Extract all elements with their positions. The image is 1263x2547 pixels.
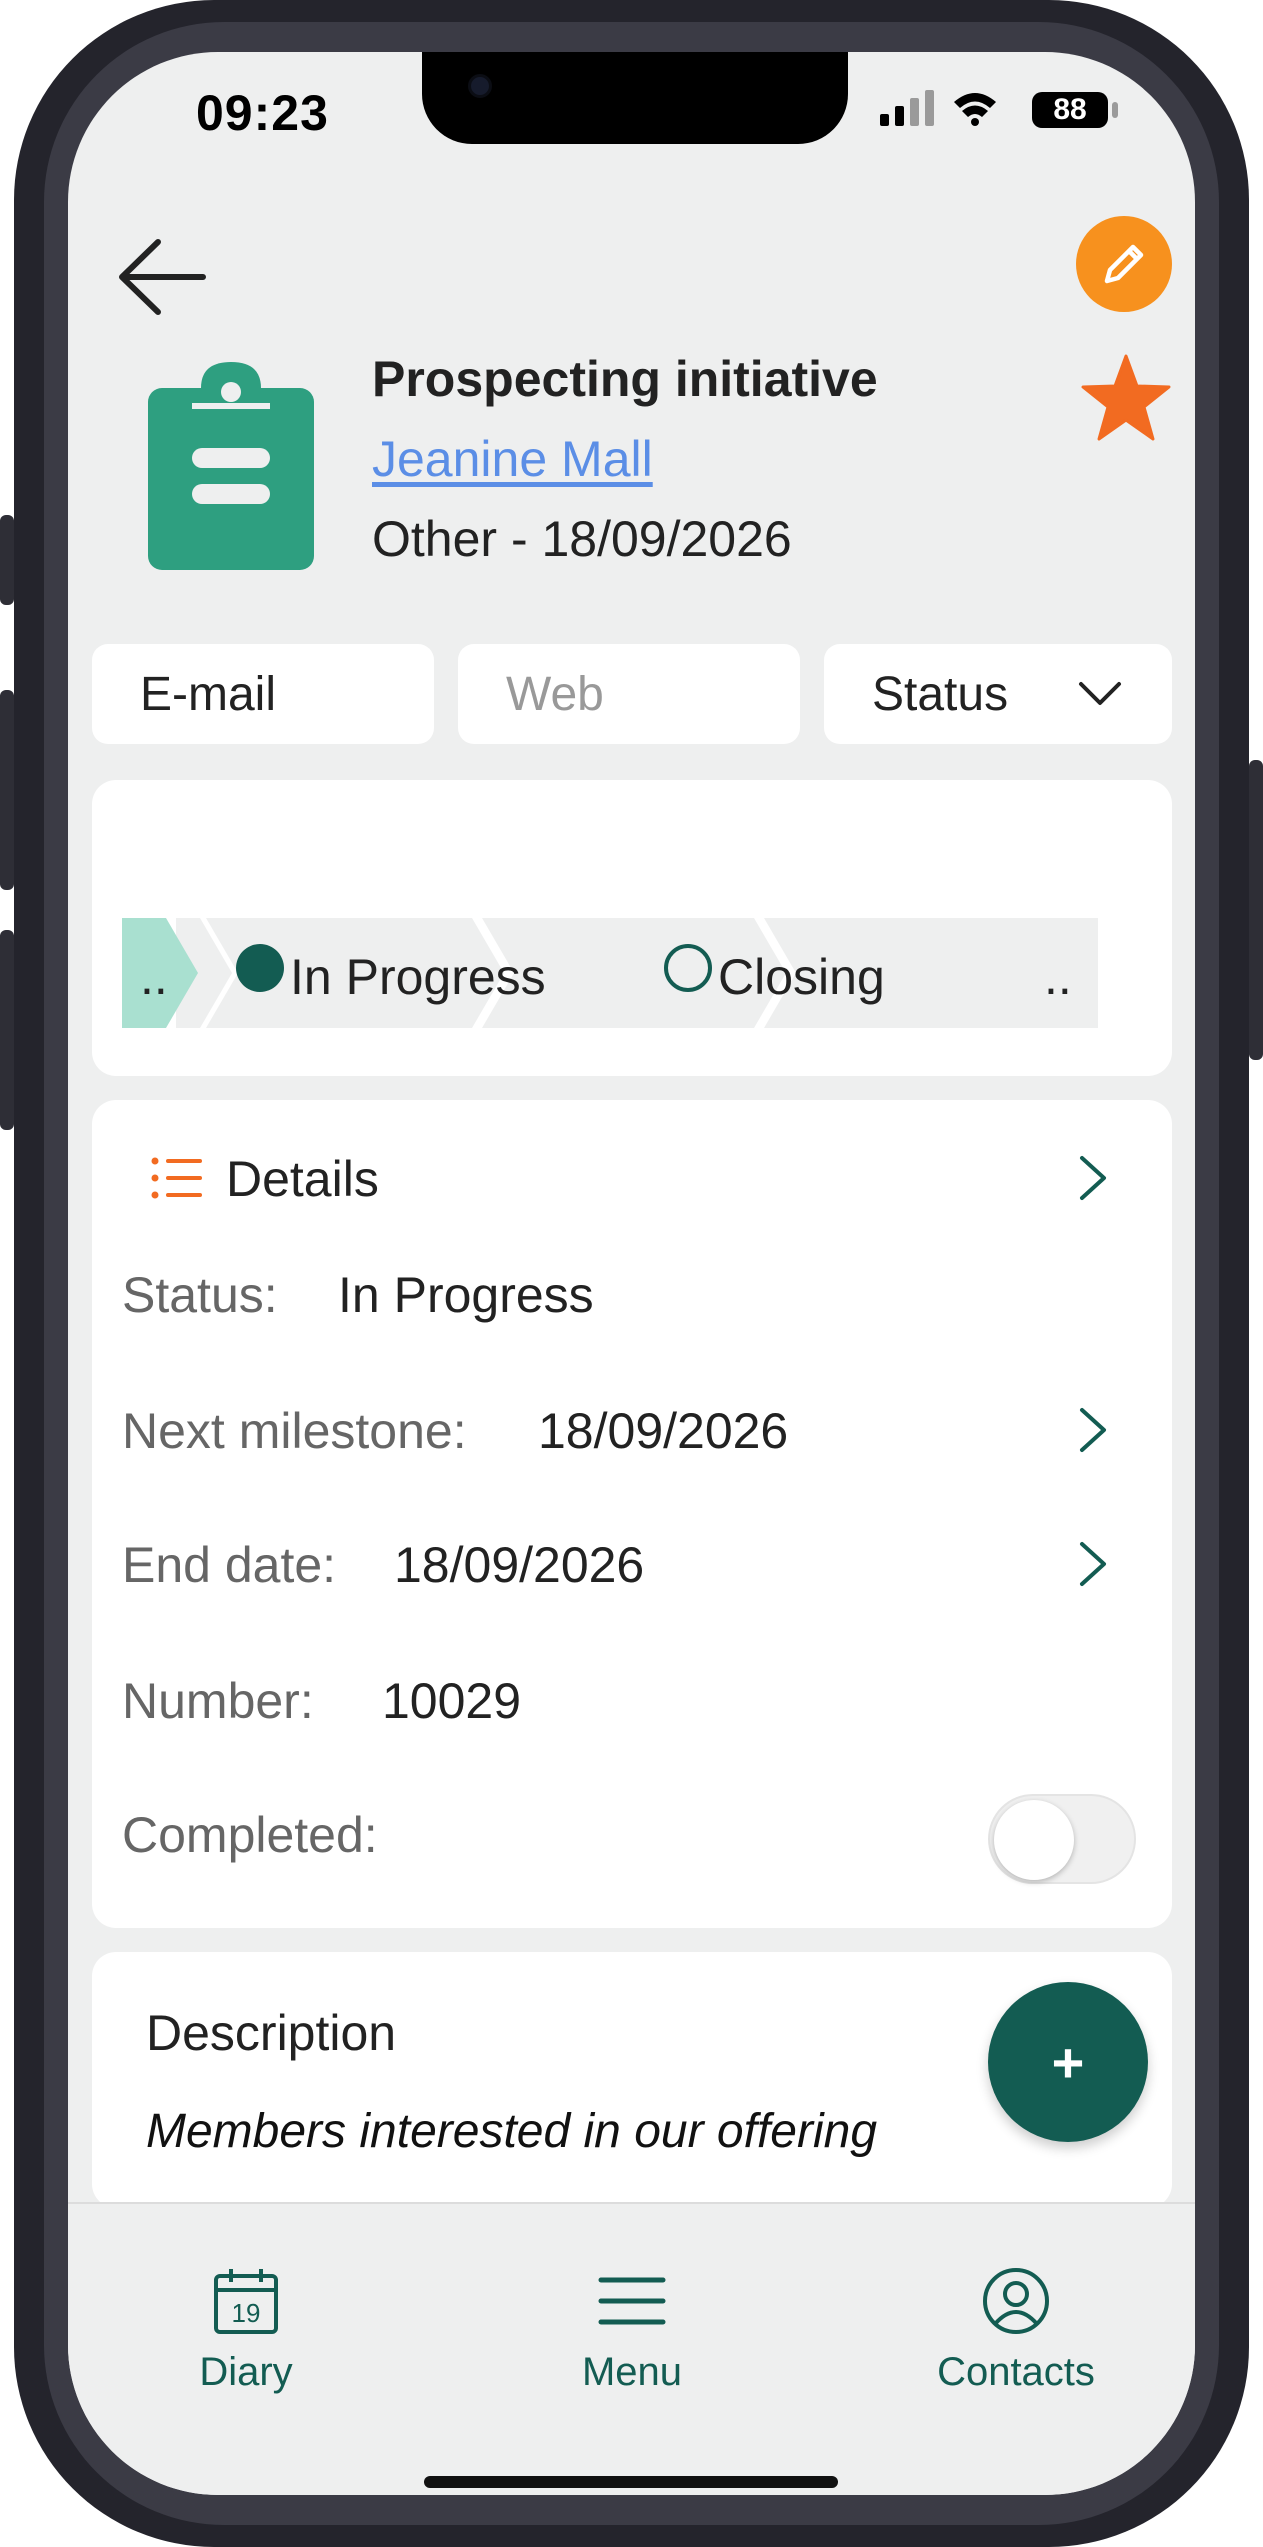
tab-contacts-label: Contacts <box>937 2350 1095 2394</box>
milestone-field-value[interactable]: 18/09/2026 <box>538 1402 788 1460</box>
chevron-down-icon <box>1079 682 1121 705</box>
number-field-value: 10029 <box>382 1673 522 1729</box>
hamburger-menu-icon <box>598 2277 666 2325</box>
description-text: Members interested in our offering <box>146 2105 878 2158</box>
pencil-icon <box>1104 244 1144 284</box>
side-button-volume-down <box>0 930 14 1130</box>
pipeline-step-previous[interactable]: .. <box>140 948 168 1006</box>
side-button-power <box>1249 760 1263 1060</box>
clipboard-icon <box>148 362 314 570</box>
status-time: 09:23 <box>196 85 329 141</box>
pipeline-step-closing[interactable]: Closing <box>718 948 885 1006</box>
battery-tip <box>1112 102 1118 118</box>
pipeline-current-dot-icon <box>236 944 284 992</box>
front-camera <box>468 74 492 98</box>
calendar-day-number: 19 <box>232 2298 261 2328</box>
milestone-field-label: Next milestone: <box>122 1403 467 1459</box>
status-field-label: Status: <box>122 1267 278 1323</box>
email-button[interactable]: E-mail <box>92 644 434 744</box>
side-button-mute <box>0 515 14 605</box>
bottom-tab-bar: 19 Diary Menu Contacts <box>68 2202 1195 2495</box>
tab-menu-label: Menu <box>581 2350 683 2394</box>
cellular-signal-icon <box>880 90 934 126</box>
app-screen: 09:23 88 Prospecting initiative Jeanine … <box>68 52 1195 2495</box>
number-field-label: Number: <box>122 1673 314 1729</box>
camera-notch <box>422 52 848 144</box>
plus-icon: + <box>1051 2030 1085 2094</box>
details-section-title[interactable]: Details <box>226 1150 379 1208</box>
back-arrow-icon[interactable] <box>108 222 218 332</box>
add-fab-button[interactable]: + <box>988 1982 1148 2142</box>
side-button-volume-up <box>0 690 14 890</box>
tab-diary[interactable]: 19 Diary <box>116 2266 376 2395</box>
edit-button[interactable] <box>1076 216 1172 312</box>
web-button-label: Web <box>506 667 604 721</box>
web-button[interactable]: Web <box>458 644 800 744</box>
activity-title: Prospecting initiative <box>372 351 878 407</box>
user-circle-icon <box>983 2268 1049 2334</box>
toggle-knob <box>994 1800 1074 1880</box>
end-date-field-label: End date: <box>122 1537 337 1593</box>
details-chevron-right-icon[interactable] <box>1078 1154 1108 1202</box>
list-icon <box>151 1157 202 1199</box>
completed-field-label: Completed: <box>122 1807 378 1863</box>
pipeline-upcoming-dot-icon <box>664 944 712 992</box>
contact-link[interactable]: Jeanine Mall <box>372 430 653 488</box>
email-button-label: E-mail <box>140 667 277 721</box>
home-indicator <box>424 2476 838 2488</box>
favorite-star-icon[interactable] <box>1080 352 1172 444</box>
end-date-chevron-right-icon[interactable] <box>1078 1540 1108 1588</box>
pipeline-steps: .. In Progress Closing .. <box>122 918 1098 1028</box>
end-date-field-value[interactable]: 18/09/2026 <box>394 1536 644 1594</box>
wifi-icon <box>954 93 996 126</box>
pipeline-step-in-progress[interactable]: In Progress <box>290 948 546 1006</box>
battery-indicator: 88 <box>1032 92 1108 128</box>
status-field-value: In Progress <box>338 1267 594 1323</box>
description-section-title[interactable]: Description <box>146 2004 396 2062</box>
tab-contacts[interactable]: Contacts <box>886 2266 1146 2395</box>
tab-menu[interactable]: Menu <box>502 2266 762 2395</box>
pipeline-step-next[interactable]: .. <box>1044 948 1072 1006</box>
calendar-icon: 19 <box>214 2269 278 2334</box>
status-dropdown-label: Status <box>872 667 1009 721</box>
tab-diary-label: Diary <box>199 2350 293 2394</box>
milestone-chevron-right-icon[interactable] <box>1078 1406 1108 1454</box>
activity-subtitle: Other - 18/09/2026 <box>372 511 792 567</box>
status-dropdown[interactable]: Status <box>824 644 1172 744</box>
completed-toggle[interactable] <box>988 1794 1136 1884</box>
status-icons <box>880 90 998 126</box>
